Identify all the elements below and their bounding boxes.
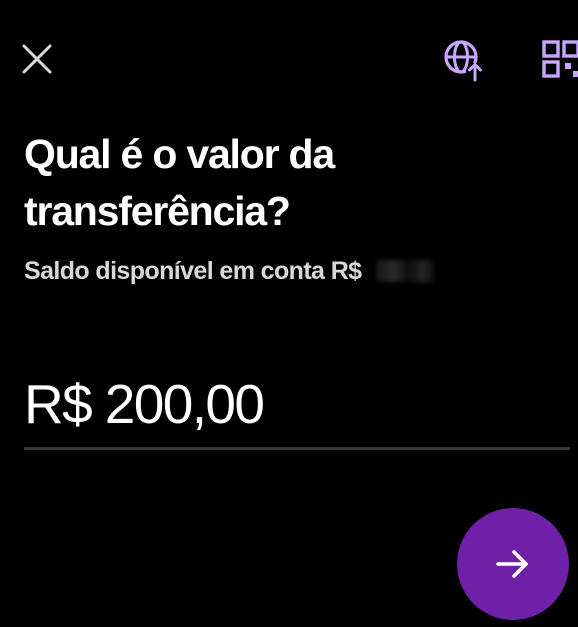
balance-value-hidden — [376, 260, 435, 282]
globe-upload-icon — [444, 40, 484, 82]
close-icon — [22, 44, 52, 74]
arrow-right-icon — [496, 550, 528, 578]
international-transfer-button[interactable] — [438, 34, 490, 86]
qr-code-button[interactable] — [536, 34, 578, 84]
qr-code-icon — [542, 40, 578, 78]
amount-input[interactable]: R$ 200,00 — [24, 364, 570, 444]
page-title: Qual é o valor da transferência? — [24, 131, 335, 234]
amount-value: R$ 200,00 — [24, 373, 265, 435]
next-button[interactable] — [457, 508, 569, 620]
amount-underline — [24, 447, 570, 450]
top-bar — [0, 0, 578, 120]
close-button[interactable] — [14, 36, 60, 82]
available-balance: Saldo disponível em conta R$ — [24, 253, 435, 289]
balance-label: Saldo disponível em conta R$ — [24, 256, 362, 285]
